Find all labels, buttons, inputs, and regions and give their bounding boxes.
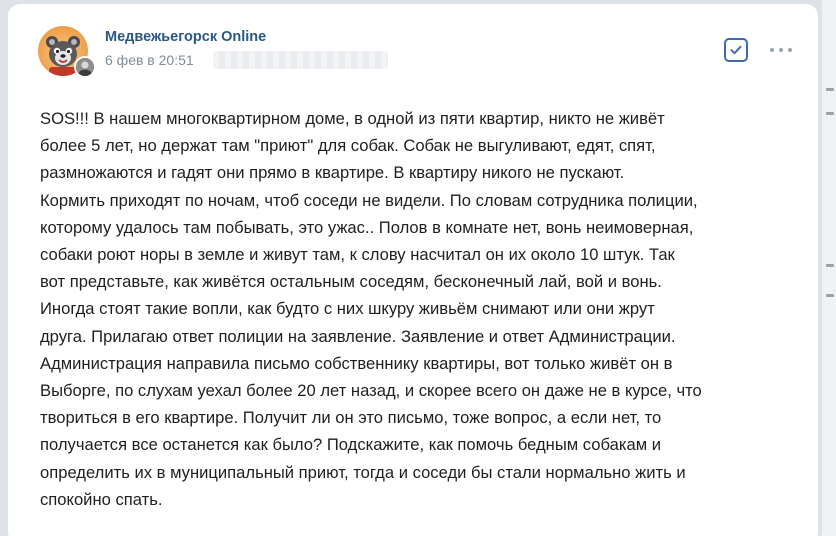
author-avatar[interactable]: [74, 56, 96, 78]
edge-mark: [826, 264, 834, 267]
post-timestamp[interactable]: 6 фев в 20:51: [105, 52, 194, 68]
more-horizontal-icon[interactable]: [768, 38, 796, 62]
post-header: Медвежьегорск Online 6 фев в 20:51: [8, 4, 818, 88]
checkbox-checked-icon[interactable]: [724, 38, 748, 62]
edge-mark: [826, 112, 834, 115]
redacted-area: [213, 51, 388, 69]
person-icon: [76, 58, 94, 76]
post-card: Медвежьегорск Online 6 фев в 20:51 SOS!!…: [8, 4, 818, 536]
more-dot: [788, 48, 792, 52]
background-page-edge: [822, 0, 836, 536]
checkmark-icon: [730, 45, 742, 55]
edge-mark: [826, 294, 834, 297]
post-text: SOS!!! В нашем многоквартирном доме, в о…: [40, 109, 702, 509]
edge-mark: [826, 88, 834, 91]
more-dot: [779, 48, 783, 52]
page: Медвежьегорск Online 6 фев в 20:51 SOS!!…: [0, 0, 836, 536]
group-name-link[interactable]: Медвежьегорск Online: [105, 29, 266, 45]
more-dot: [770, 48, 774, 52]
